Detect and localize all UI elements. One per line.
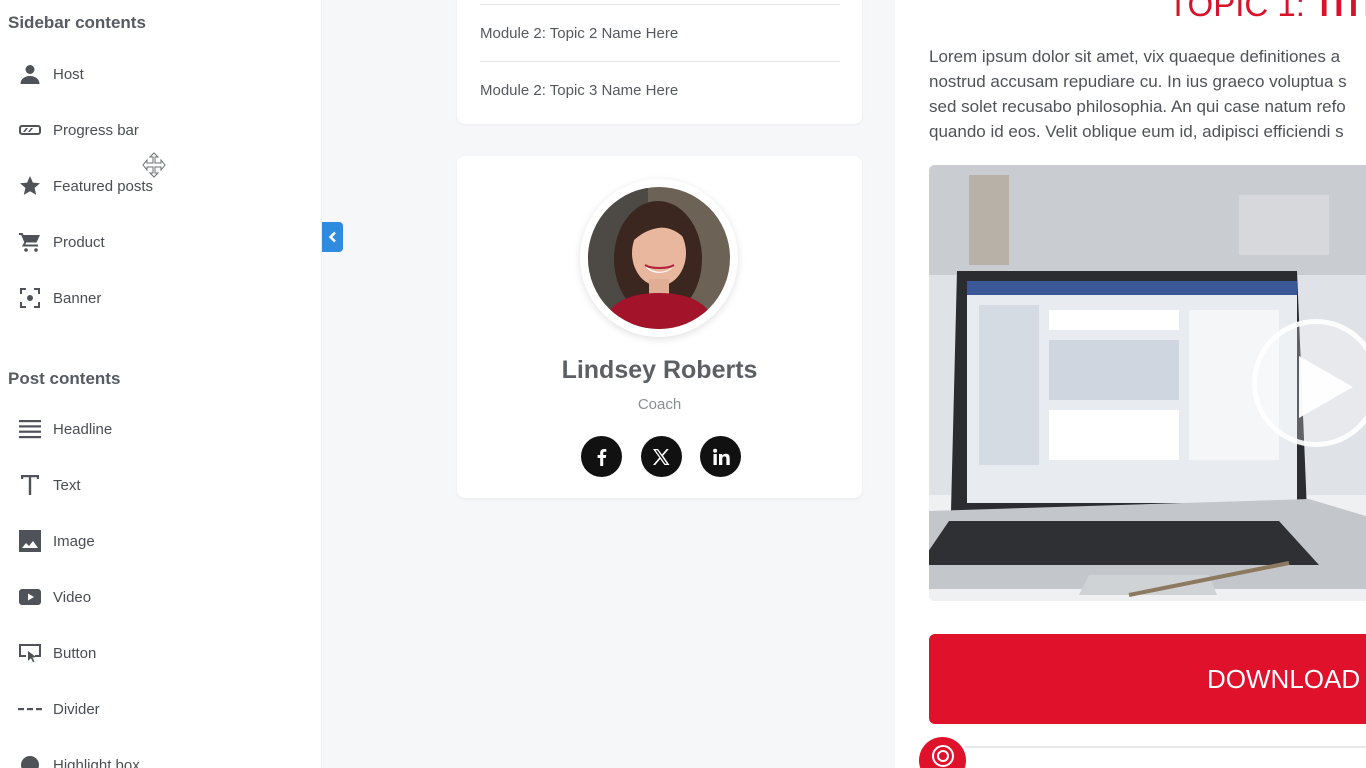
banner-icon bbox=[17, 285, 43, 311]
touch-badge[interactable] bbox=[919, 737, 966, 768]
x-icon bbox=[653, 448, 670, 465]
video-player[interactable] bbox=[929, 165, 1366, 601]
person-icon bbox=[17, 61, 43, 87]
sidebar-item-label: Progress bar bbox=[53, 121, 139, 139]
sidebar-item-headline[interactable]: Headline bbox=[0, 407, 300, 451]
topic-title: TOPIC 1: TITLE bbox=[1168, 0, 1366, 24]
sidebar-item-label: Text bbox=[53, 476, 81, 494]
avatar bbox=[580, 179, 738, 337]
editor-sidebar: Sidebar contents Host Progress bar Featu… bbox=[0, 0, 322, 768]
sidebar-item-label: Headline bbox=[53, 420, 113, 438]
star-icon bbox=[17, 173, 43, 199]
chevron-left-icon bbox=[328, 231, 336, 243]
topic-title-prefix: TOPIC 1: bbox=[1168, 0, 1315, 23]
section-divider bbox=[965, 746, 1366, 748]
sidebar-item-label: Video bbox=[53, 588, 92, 606]
sidebar-item-divider[interactable]: Divider bbox=[0, 687, 300, 731]
sidebar-item-label: Image bbox=[53, 532, 95, 550]
sidebar-item-label: Featured posts bbox=[53, 177, 154, 195]
topics-card: Module 2: Topic 2 Name Here Module 2: To… bbox=[457, 0, 862, 124]
sidebar-item-video[interactable]: Video bbox=[0, 575, 300, 619]
button-icon bbox=[17, 640, 43, 666]
divider-icon bbox=[17, 696, 43, 722]
facebook-icon bbox=[597, 448, 606, 466]
sidebar-item-host[interactable]: Host bbox=[0, 52, 300, 96]
linkedin-link[interactable] bbox=[700, 436, 741, 477]
host-name: Lindsey Roberts bbox=[561, 356, 758, 384]
topic-title-bold: TITLE bbox=[1314, 0, 1366, 23]
move-cursor-icon bbox=[142, 152, 166, 178]
facebook-link[interactable] bbox=[581, 436, 622, 477]
x-link[interactable] bbox=[640, 436, 682, 477]
topic-item[interactable]: Module 2: Topic 3 Name Here bbox=[480, 61, 840, 118]
sidebar-item-highlight-box[interactable]: Highlight box bbox=[0, 743, 300, 768]
sidebar-item-button[interactable]: Button bbox=[0, 631, 300, 675]
text-icon bbox=[17, 472, 43, 498]
sidebar-item-label: Banner bbox=[53, 289, 102, 307]
download-button[interactable]: DOWNLOAD I bbox=[929, 634, 1366, 724]
image-icon bbox=[17, 528, 43, 554]
topic-item[interactable]: Module 2: Topic 2 Name Here bbox=[480, 4, 840, 61]
sidebar-item-label: Host bbox=[53, 65, 84, 83]
sidebar-item-label: Highlight box bbox=[53, 756, 140, 768]
touch-icon bbox=[931, 744, 954, 767]
sidebar-item-banner[interactable]: Banner bbox=[0, 276, 300, 320]
sidebar-item-product[interactable]: Product bbox=[0, 220, 300, 264]
progress-bar-icon bbox=[17, 117, 43, 143]
play-icon bbox=[1299, 356, 1353, 418]
body-text: Lorem ipsum dolor sit amet, vix quaeque … bbox=[929, 47, 1347, 141]
highlight-box-icon bbox=[17, 752, 43, 768]
sidebar-item-label: Button bbox=[53, 644, 97, 662]
video-icon bbox=[17, 584, 43, 610]
sidebar-contents-title: Sidebar contents bbox=[8, 13, 146, 32]
sidebar-item-progress-bar[interactable]: Progress bar bbox=[0, 108, 300, 152]
cart-icon bbox=[17, 229, 43, 255]
headline-icon bbox=[17, 416, 43, 442]
sidebar-item-label: Divider bbox=[53, 700, 100, 718]
sidebar-item-text[interactable]: Text bbox=[0, 463, 300, 507]
host-role: Coach bbox=[637, 396, 682, 413]
sidebar-item-image[interactable]: Image bbox=[0, 519, 300, 563]
social-links bbox=[581, 436, 741, 477]
linkedin-icon bbox=[712, 448, 730, 465]
sidebar-item-label: Product bbox=[53, 233, 105, 251]
post-contents-title: Post contents bbox=[8, 369, 121, 388]
collapse-sidebar-button[interactable] bbox=[322, 222, 343, 252]
host-photo bbox=[588, 187, 730, 329]
host-card[interactable]: Lindsey Roberts Coach bbox=[457, 156, 862, 498]
post-preview: TOPIC 1: TITLE Lorem ipsum dolor sit ame… bbox=[895, 0, 1366, 768]
